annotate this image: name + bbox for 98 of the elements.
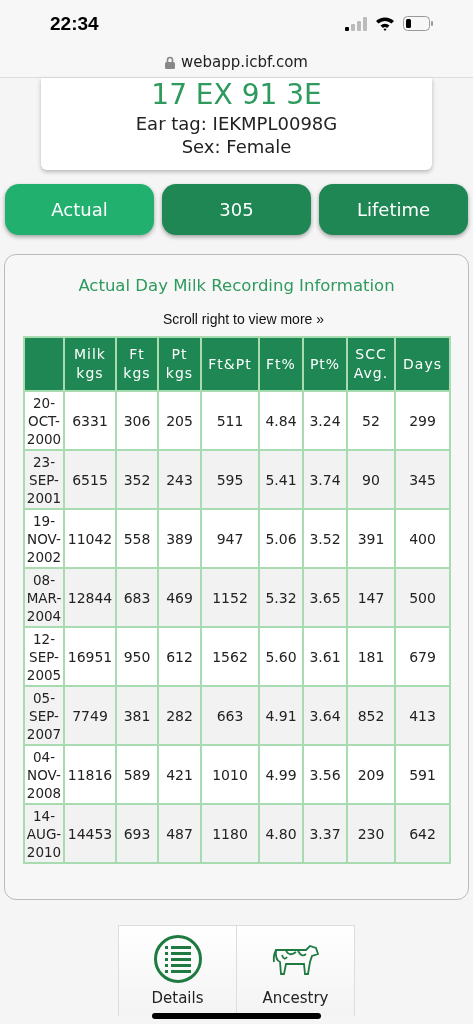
table-cell: 595 <box>201 450 259 509</box>
tab[interactable]: 305 <box>162 184 311 235</box>
table-cell: 7749 <box>64 686 116 745</box>
table-cell: 500 <box>395 568 450 627</box>
table-cell: 11042 <box>64 509 116 568</box>
table-cell: 950 <box>116 627 158 686</box>
date-cell: 04-NOV-2008 <box>24 745 64 804</box>
nav-item[interactable]: Details <box>119 926 236 1016</box>
date-cell: 12-SEP-2005 <box>24 627 64 686</box>
table-cell: 400 <box>395 509 450 568</box>
table-cell: 3.65 <box>303 568 347 627</box>
date-cell: 20-OCT-2000 <box>24 391 64 450</box>
battery-icon <box>403 16 433 31</box>
column-header: Pt kgs <box>158 337 201 391</box>
table-cell: 3.64 <box>303 686 347 745</box>
table-cell: 282 <box>158 686 201 745</box>
table-cell: 352 <box>116 450 158 509</box>
tab[interactable]: Lifetime <box>319 184 468 235</box>
table-cell: 612 <box>158 627 201 686</box>
table-cell: 391 <box>347 509 395 568</box>
table-cell: 5.32 <box>259 568 303 627</box>
column-header: Ft&Pt <box>201 337 259 391</box>
table-cell: 5.60 <box>259 627 303 686</box>
table-cell: 4.91 <box>259 686 303 745</box>
table-cell: 381 <box>116 686 158 745</box>
table-cell: 3.37 <box>303 804 347 863</box>
table-cell: 511 <box>201 391 259 450</box>
table-cell: 413 <box>395 686 450 745</box>
table-cell: 299 <box>395 391 450 450</box>
table-cell: 4.99 <box>259 745 303 804</box>
column-header: Pt% <box>303 337 347 391</box>
table-cell: 3.24 <box>303 391 347 450</box>
url-text[interactable]: webapp.icbf.com <box>181 53 308 71</box>
date-cell: 19-NOV-2002 <box>24 509 64 568</box>
column-header: Days <box>395 337 450 391</box>
wifi-icon <box>375 16 395 31</box>
table-cell: 852 <box>347 686 395 745</box>
table-cell: 591 <box>395 745 450 804</box>
table-cell: 12844 <box>64 568 116 627</box>
table-cell: 487 <box>158 804 201 863</box>
table-cell: 205 <box>158 391 201 450</box>
table-cell: 558 <box>116 509 158 568</box>
date-cell: 23-SEP-2001 <box>24 450 64 509</box>
table-cell: 1010 <box>201 745 259 804</box>
table-cell: 3.52 <box>303 509 347 568</box>
scroll-hint: Scroll right to view more » <box>161 311 326 327</box>
table-cell: 679 <box>395 627 450 686</box>
sex-text: Sex: Female <box>180 135 293 158</box>
date-cell: 14-AUG-2010 <box>24 804 64 863</box>
table-cell: 230 <box>347 804 395 863</box>
table-cell: 589 <box>116 745 158 804</box>
list-icon <box>152 934 203 984</box>
column-header: Ft% <box>259 337 303 391</box>
table-cell: 6515 <box>64 450 116 509</box>
table-cell: 642 <box>395 804 450 863</box>
table-cell: 14453 <box>64 804 116 863</box>
table-cell: 3.61 <box>303 627 347 686</box>
column-header: Ft kgs <box>116 337 158 391</box>
table-cell: 306 <box>116 391 158 450</box>
table-cell: 5.06 <box>259 509 303 568</box>
table-cell: 469 <box>158 568 201 627</box>
table-cell: 90 <box>347 450 395 509</box>
table-cell: 947 <box>201 509 259 568</box>
table-cell: 209 <box>347 745 395 804</box>
table-cell: 663 <box>201 686 259 745</box>
table-cell: 147 <box>347 568 395 627</box>
table-cell: 3.74 <box>303 450 347 509</box>
table-cell: 5.41 <box>259 450 303 509</box>
table-cell: 1152 <box>201 568 259 627</box>
table-cell: 52 <box>347 391 395 450</box>
table-cell: 389 <box>158 509 201 568</box>
table-cell: 693 <box>116 804 158 863</box>
table-cell: 4.80 <box>259 804 303 863</box>
animal-number: 17 EX 91 3E <box>150 78 323 112</box>
table-cell: 16951 <box>64 627 116 686</box>
table-cell: 345 <box>395 450 450 509</box>
nav-label: Ancestry <box>262 989 329 1007</box>
lock-icon <box>165 55 175 69</box>
table-cell: 11816 <box>64 745 116 804</box>
table-cell: 6331 <box>64 391 116 450</box>
date-cell: 05-SEP-2007 <box>24 686 64 745</box>
table-cell: 181 <box>347 627 395 686</box>
table-cell: 243 <box>158 450 201 509</box>
signal-icon <box>345 16 367 31</box>
table-cell: 3.56 <box>303 745 347 804</box>
clock: 22:34 <box>50 12 100 35</box>
cow-icon <box>271 942 320 976</box>
date-cell: 08-MAR-2004 <box>24 568 64 627</box>
table-cell: 421 <box>158 745 201 804</box>
table-cell: 4.84 <box>259 391 303 450</box>
panel-title: Actual Day Milk Recording Information <box>77 276 396 295</box>
table-cell: 683 <box>116 568 158 627</box>
ear-tag-text: Ear tag: IEKMPL0098G <box>134 112 339 135</box>
column-header: Milk kgs <box>64 337 116 391</box>
table-cell: 1562 <box>201 627 259 686</box>
nav-label: Details <box>151 989 204 1007</box>
table-cell: 1180 <box>201 804 259 863</box>
column-header: SCC Avg. <box>347 337 395 391</box>
